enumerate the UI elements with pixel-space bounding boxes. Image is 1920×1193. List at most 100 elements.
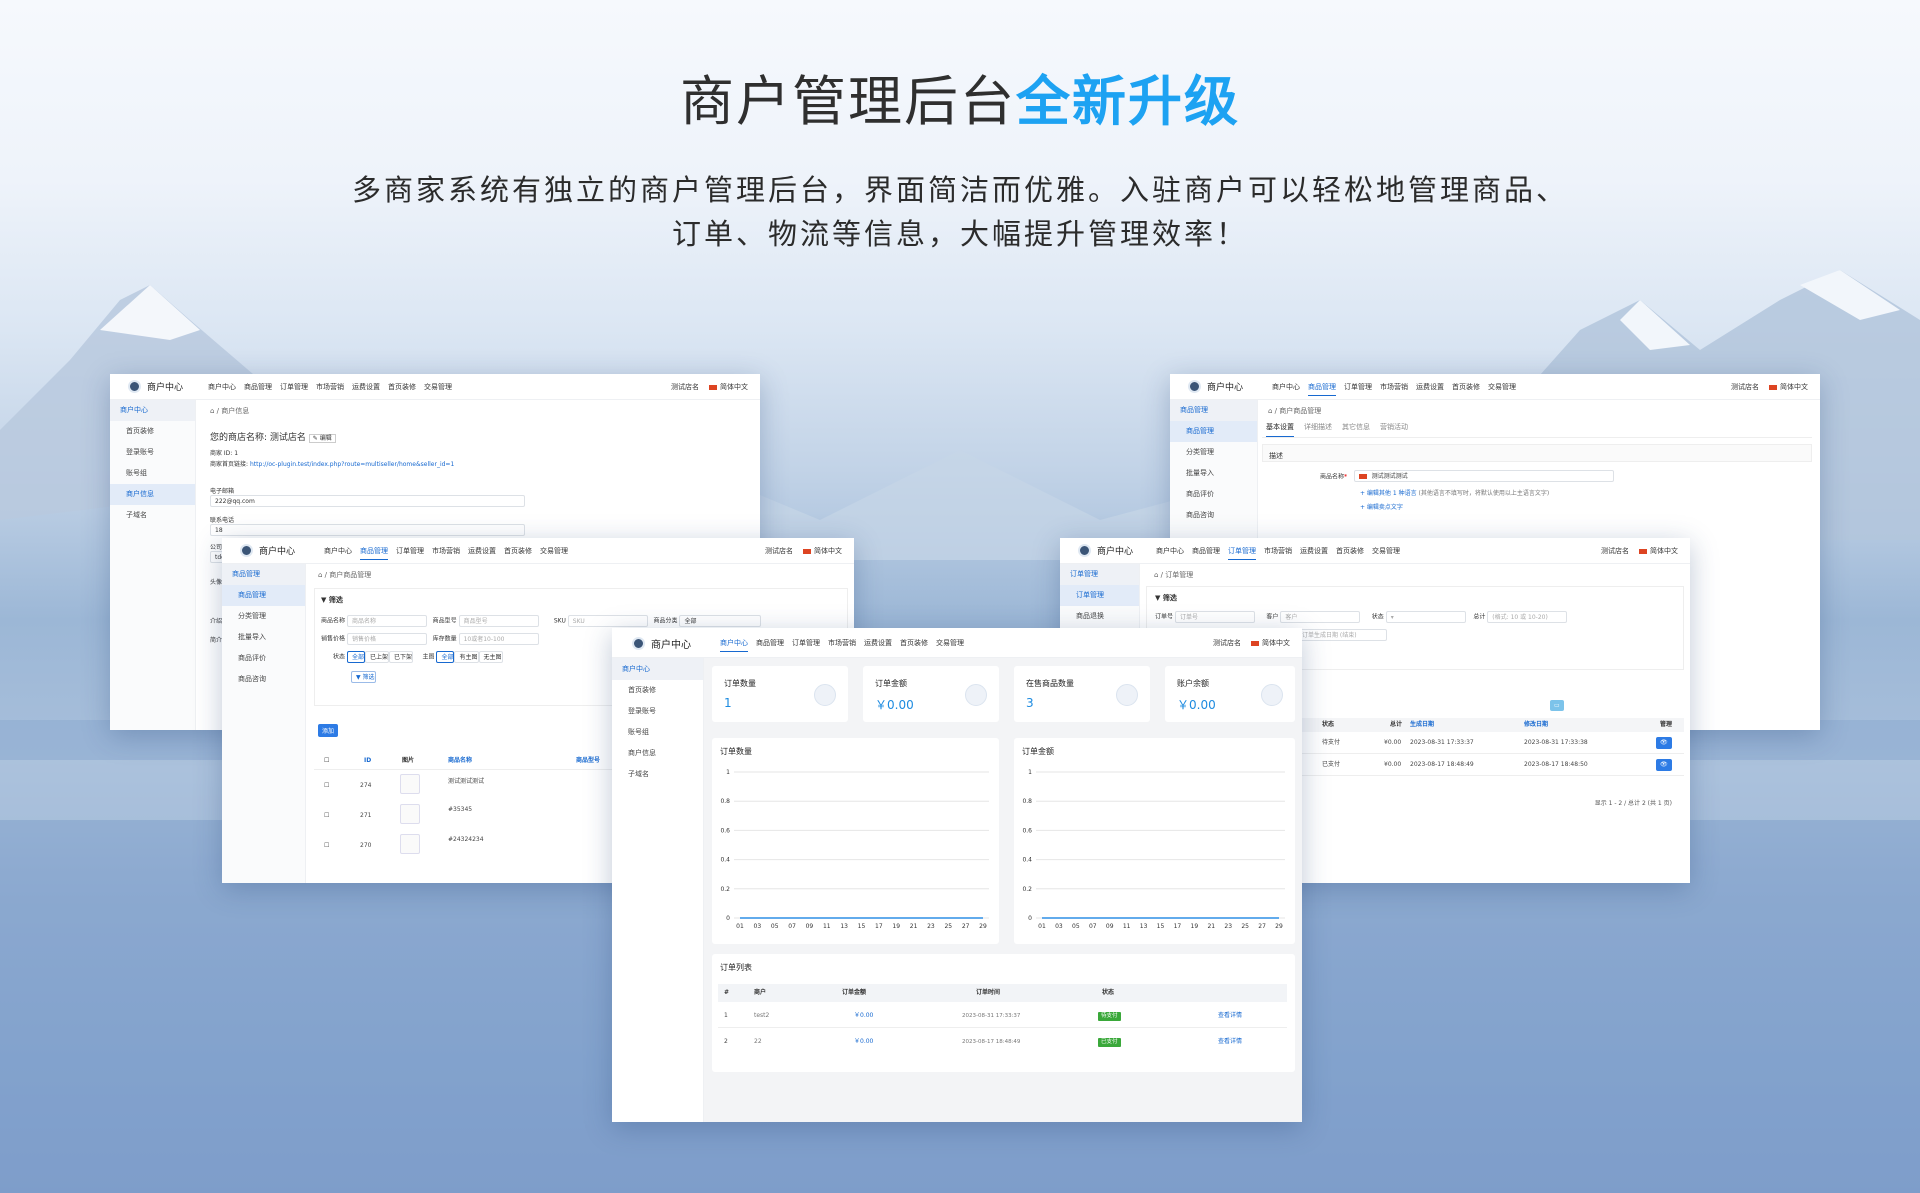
main-image-yes-toggle[interactable]: 有主图 bbox=[454, 651, 479, 663]
order-no-input[interactable]: 订单号 bbox=[1174, 611, 1255, 623]
nav-item[interactable]: 交易管理 bbox=[540, 546, 568, 560]
email-field[interactable]: 222@qq.com bbox=[210, 495, 525, 507]
customer-input[interactable]: 客户 bbox=[1280, 611, 1361, 623]
nav-item[interactable]: 商户中心 bbox=[1272, 382, 1300, 396]
nav-item[interactable]: 市场营销 bbox=[828, 638, 856, 652]
nav-item[interactable]: 首页装修 bbox=[388, 382, 416, 392]
sidebar-item[interactable]: 首页装修 bbox=[110, 421, 195, 442]
nav-item[interactable]: 商品管理 bbox=[1192, 546, 1220, 560]
tab-other[interactable]: 其它信息 bbox=[1342, 422, 1370, 437]
add-product-button[interactable]: 添加 bbox=[318, 724, 339, 737]
sidebar-item[interactable]: 账号组 bbox=[612, 722, 703, 743]
language-menu[interactable]: 简体中文 bbox=[1251, 638, 1290, 648]
sidebar-item[interactable]: 首页装修 bbox=[612, 680, 703, 701]
language-menu[interactable]: 简体中文 bbox=[1639, 546, 1678, 556]
filter-stock-input[interactable]: 10或者10-100 bbox=[458, 633, 539, 645]
nav-item[interactable]: 运费设置 bbox=[864, 638, 892, 652]
col-modified[interactable]: 修改日期 bbox=[1524, 718, 1548, 732]
row-checkbox[interactable]: ☐ bbox=[324, 842, 329, 849]
export-button[interactable]: ▭ bbox=[1550, 700, 1564, 711]
sidebar-item[interactable]: 商品管理 bbox=[222, 564, 305, 585]
filter-model-input[interactable]: 商品型号 bbox=[458, 615, 539, 627]
sidebar-item[interactable]: 商品管理 bbox=[222, 585, 305, 606]
product-name-field[interactable]: 测试测试测试 bbox=[1353, 470, 1614, 482]
sidebar-item[interactable]: 订单管理 bbox=[1060, 564, 1139, 585]
sidebar-item[interactable]: 商品评价 bbox=[1170, 484, 1257, 505]
nav-item[interactable]: 首页装修 bbox=[504, 546, 532, 560]
col-name[interactable]: 商品名称 bbox=[448, 752, 472, 770]
status-select[interactable]: ▾ bbox=[1385, 611, 1466, 623]
sidebar-item[interactable]: 商户信息 bbox=[110, 484, 195, 505]
view-details-link[interactable]: 查看详情 bbox=[1218, 1004, 1242, 1028]
col-created[interactable]: 生成日期 bbox=[1410, 718, 1434, 732]
nav-item[interactable]: 商户中心 bbox=[720, 638, 748, 652]
nav-item[interactable]: 商品管理 bbox=[244, 382, 272, 392]
view-order-button[interactable]: 👁 bbox=[1656, 759, 1672, 771]
edit-button[interactable]: ✎ 编辑 bbox=[308, 434, 336, 443]
sidebar-item[interactable]: 商户中心 bbox=[612, 658, 703, 680]
nav-item[interactable]: 商户中心 bbox=[208, 382, 236, 392]
nav-item[interactable]: 订单管理 bbox=[280, 382, 308, 392]
sidebar-item[interactable]: 登录账号 bbox=[110, 442, 195, 463]
nav-item[interactable]: 商户中心 bbox=[1156, 546, 1184, 560]
nav-item[interactable]: 交易管理 bbox=[1372, 546, 1400, 560]
filter-category-select[interactable]: 全部 bbox=[679, 615, 762, 627]
nav-item[interactable]: 市场营销 bbox=[1264, 546, 1292, 560]
sidebar-item[interactable]: 批量导入 bbox=[222, 627, 305, 648]
view-details-link[interactable]: 查看详情 bbox=[1218, 1030, 1242, 1054]
sidebar-item[interactable]: 子域名 bbox=[612, 764, 703, 785]
filter-price-input[interactable]: 销售价格 bbox=[346, 633, 427, 645]
nav-item[interactable]: 商品管理 bbox=[756, 638, 784, 652]
sidebar-item[interactable]: 商品管理 bbox=[1170, 421, 1257, 442]
status-all-toggle[interactable]: 全部 bbox=[346, 651, 365, 663]
phone-field[interactable]: 18 bbox=[210, 524, 525, 536]
nav-item[interactable]: 市场营销 bbox=[1380, 382, 1408, 396]
sidebar-item[interactable]: 商品评价 bbox=[222, 648, 305, 669]
tab-basic[interactable]: 基本设置 bbox=[1266, 422, 1294, 437]
store-menu[interactable]: 测试店名 bbox=[1213, 638, 1241, 648]
order-date-end-input[interactable]: 订单生成日期 (结束) bbox=[1297, 629, 1387, 641]
nav-item[interactable]: 首页装修 bbox=[1336, 546, 1364, 560]
nav-item[interactable]: 交易管理 bbox=[424, 382, 452, 392]
nav-item[interactable]: 市场营销 bbox=[432, 546, 460, 560]
col-id[interactable]: ID bbox=[364, 752, 371, 770]
view-order-button[interactable]: 👁 bbox=[1656, 737, 1672, 749]
tab-marketing[interactable]: 营销活动 bbox=[1380, 422, 1408, 437]
row-checkbox[interactable]: ☐ bbox=[324, 812, 329, 819]
store-menu[interactable]: 测试店名 bbox=[1731, 382, 1759, 392]
sidebar-item[interactable]: 批量导入 bbox=[1170, 463, 1257, 484]
select-all-checkbox[interactable]: ☐ bbox=[324, 752, 329, 770]
nav-item[interactable]: 运费设置 bbox=[352, 382, 380, 392]
sidebar-item[interactable]: 商品退换 bbox=[1060, 606, 1139, 627]
main-image-all-toggle[interactable]: 全部 bbox=[436, 651, 455, 663]
col-model[interactable]: 商品型号 bbox=[576, 752, 600, 770]
sidebar-item[interactable]: 商户中心 bbox=[110, 400, 195, 421]
nav-item[interactable]: 商品管理 bbox=[1308, 382, 1336, 396]
filter-button[interactable]: ▼ 筛选 bbox=[351, 671, 376, 683]
row-checkbox[interactable]: ☐ bbox=[324, 782, 329, 789]
nav-item[interactable]: 订单管理 bbox=[792, 638, 820, 652]
sidebar-item[interactable]: 分类管理 bbox=[1170, 442, 1257, 463]
filter-sku-input[interactable]: SKU bbox=[567, 615, 648, 627]
home-link[interactable]: http://oc-plugin.test/index.php?route=mu… bbox=[250, 461, 454, 468]
nav-item[interactable]: 交易管理 bbox=[1488, 382, 1516, 396]
nav-item[interactable]: 运费设置 bbox=[1300, 546, 1328, 560]
sidebar-item[interactable]: 商品咨询 bbox=[222, 669, 305, 690]
nav-item[interactable]: 运费设置 bbox=[1416, 382, 1444, 396]
language-menu[interactable]: 简体中文 bbox=[709, 382, 748, 392]
tab-description[interactable]: 详细描述 bbox=[1304, 422, 1332, 437]
sidebar-item[interactable]: 子域名 bbox=[110, 505, 195, 526]
nav-item[interactable]: 运费设置 bbox=[468, 546, 496, 560]
sidebar-item[interactable]: 登录账号 bbox=[612, 701, 703, 722]
language-menu[interactable]: 简体中文 bbox=[803, 546, 842, 556]
nav-item[interactable]: 市场营销 bbox=[316, 382, 344, 392]
nav-item[interactable]: 商户中心 bbox=[324, 546, 352, 560]
nav-item[interactable]: 商品管理 bbox=[360, 546, 388, 560]
main-image-no-toggle[interactable]: 无主图 bbox=[478, 651, 503, 663]
nav-item[interactable]: 交易管理 bbox=[936, 638, 964, 652]
sidebar-item[interactable]: 账号组 bbox=[110, 463, 195, 484]
store-menu[interactable]: 测试店名 bbox=[671, 382, 699, 392]
sidebar-item[interactable]: 订单管理 bbox=[1060, 585, 1139, 606]
sidebar-item[interactable]: 商品咨询 bbox=[1170, 505, 1257, 526]
edit-selling-point-link[interactable]: + 编辑卖点文字 bbox=[1360, 502, 1403, 511]
